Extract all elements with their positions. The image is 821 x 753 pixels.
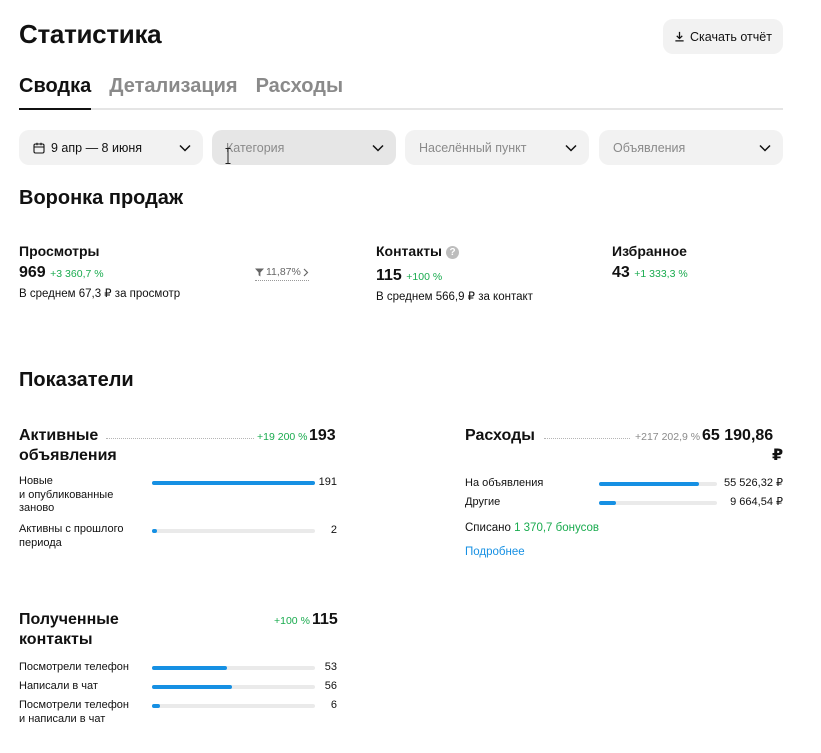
date-range-select[interactable]: 9 апр — 8 июня	[19, 130, 203, 165]
text-cursor-icon	[225, 148, 231, 164]
received-contacts-change: +100 %	[274, 615, 310, 627]
favorites-metric: 43 +1 333,3 %	[612, 263, 688, 283]
expenses-row1-label: На объявления	[465, 477, 544, 489]
category-select[interactable]: Категория	[212, 130, 396, 165]
tab-summary[interactable]: Сводка	[19, 72, 92, 110]
download-report-label: Скачать отчёт	[690, 29, 772, 44]
progress-fill	[152, 481, 315, 485]
progress-bar	[152, 481, 315, 485]
ads-select[interactable]: Объявления	[599, 130, 783, 165]
chevron-right-icon	[303, 268, 309, 276]
contacts-row2-label: Написали в чат	[19, 680, 98, 692]
help-icon[interactable]: ?	[446, 246, 460, 259]
indicators-title: Показатели	[19, 369, 134, 391]
active-ads-row1-value: 191	[318, 476, 337, 488]
more-details-link[interactable]: Подробнее	[465, 546, 525, 558]
views-conversion-link[interactable]: 11,87%	[255, 266, 309, 281]
views-conversion-value: 11,87%	[266, 266, 301, 278]
progress-bar	[599, 501, 717, 505]
tab-expenses[interactable]: Расходы	[256, 72, 343, 108]
expenses-row2-value: 9 664,54 ₽	[730, 496, 783, 508]
row-label-line: периода	[19, 536, 62, 549]
page-title: Статистика	[19, 19, 162, 49]
chevron-down-icon	[759, 144, 771, 152]
contacts-note: В среднем 566,9 ₽ за контакт	[376, 291, 533, 303]
city-placeholder: Населённый пункт	[419, 140, 527, 155]
tabs-bar: Сводка Детализация Расходы	[19, 72, 783, 110]
contacts-row3-value: 6	[330, 699, 337, 711]
progress-bar	[152, 529, 315, 533]
contacts-label: Контакты	[376, 243, 443, 259]
received-contacts-value: 115	[312, 611, 338, 628]
funnel-title: Воронка продаж	[19, 187, 184, 209]
calendar-icon	[33, 142, 45, 154]
contacts-change: +100 %	[406, 271, 443, 283]
contacts-row1-label: Посмотрели телефон	[19, 661, 129, 673]
progress-fill	[152, 685, 232, 689]
date-range-value: 9 апр — 8 июня	[51, 140, 142, 155]
views-metric: 969 +3 360,7 %	[19, 263, 104, 283]
chevron-down-icon	[179, 144, 191, 152]
row-label-line: Активны с прошлого	[19, 523, 124, 535]
views-value: 969	[19, 264, 46, 281]
chevron-down-icon	[372, 144, 384, 152]
written-off-value: 1 370,7 бонусов	[514, 522, 599, 534]
progress-fill	[152, 666, 227, 670]
contacts-row3-label: Посмотрели телефон и написали в чат	[19, 699, 129, 726]
expenses-row2-label: Другие	[465, 496, 501, 508]
filter-funnel-icon	[255, 267, 264, 277]
chevron-down-icon	[565, 144, 577, 152]
row-label-line: и написали в чат	[19, 712, 106, 725]
progress-fill	[599, 501, 616, 505]
written-off: Списано 1 370,7 бонусов	[465, 521, 599, 535]
tab-details[interactable]: Детализация	[109, 72, 237, 108]
download-icon	[675, 31, 684, 42]
city-select[interactable]: Населённый пункт	[405, 130, 589, 165]
active-ads-change: +19 200 %	[257, 431, 308, 443]
contacts-value: 115	[376, 267, 402, 284]
received-contacts-title-line2: контакты	[19, 631, 93, 648]
progress-bar	[152, 666, 315, 670]
expenses-value-line1: 65 190,86	[702, 427, 774, 444]
ads-placeholder: Объявления	[613, 140, 686, 155]
active-ads-title-line2: объявления	[19, 447, 117, 464]
row-label-line: заново	[19, 502, 55, 514]
download-report-button[interactable]: Скачать отчёт	[663, 19, 783, 54]
progress-bar	[599, 482, 717, 486]
favorites-value: 43	[612, 264, 630, 281]
progress-fill	[599, 482, 700, 486]
active-ads-value: 193	[309, 427, 336, 444]
expenses-row1-value: 55 526,32 ₽	[724, 477, 783, 489]
contacts-row1-value: 53	[324, 661, 337, 673]
row-label-line: Посмотрели телефон	[19, 699, 129, 711]
favorites-change: +1 333,3 %	[634, 268, 688, 280]
expenses-change: +217 202,9 %	[635, 431, 701, 443]
views-label: Просмотры	[19, 243, 100, 259]
row-label-line: и опубликованные	[19, 488, 114, 501]
progress-fill	[152, 529, 157, 533]
views-change: +3 360,7 %	[50, 268, 104, 280]
contacts-row2-value: 56	[324, 680, 337, 692]
category-placeholder: Категория	[226, 140, 285, 155]
expenses-title: Расходы	[465, 427, 535, 444]
progress-bar	[152, 685, 315, 689]
dotted-leader	[544, 438, 630, 439]
row-label-line: Новые	[19, 475, 53, 487]
progress-bar	[152, 704, 315, 708]
written-off-label: Списано	[465, 522, 511, 534]
active-ads-row2-label: Активны с прошлого периода	[19, 523, 123, 550]
progress-fill	[152, 704, 161, 708]
received-contacts-title-line1: Полученные	[19, 611, 119, 628]
dotted-leader	[106, 438, 254, 439]
contacts-label-wrap: Контакты?	[376, 242, 460, 260]
active-ads-row2-value: 2	[330, 524, 337, 536]
favorites-label: Избранное	[612, 243, 687, 259]
contacts-metric: 115 +100 %	[376, 266, 442, 286]
active-ads-title-line1: Активные	[19, 427, 99, 444]
active-ads-row1-label: Новые и опубликованные заново	[19, 475, 113, 516]
views-note: В среднем 67,3 ₽ за просмотр	[19, 288, 181, 300]
expenses-value-line2: ₽	[772, 447, 784, 464]
